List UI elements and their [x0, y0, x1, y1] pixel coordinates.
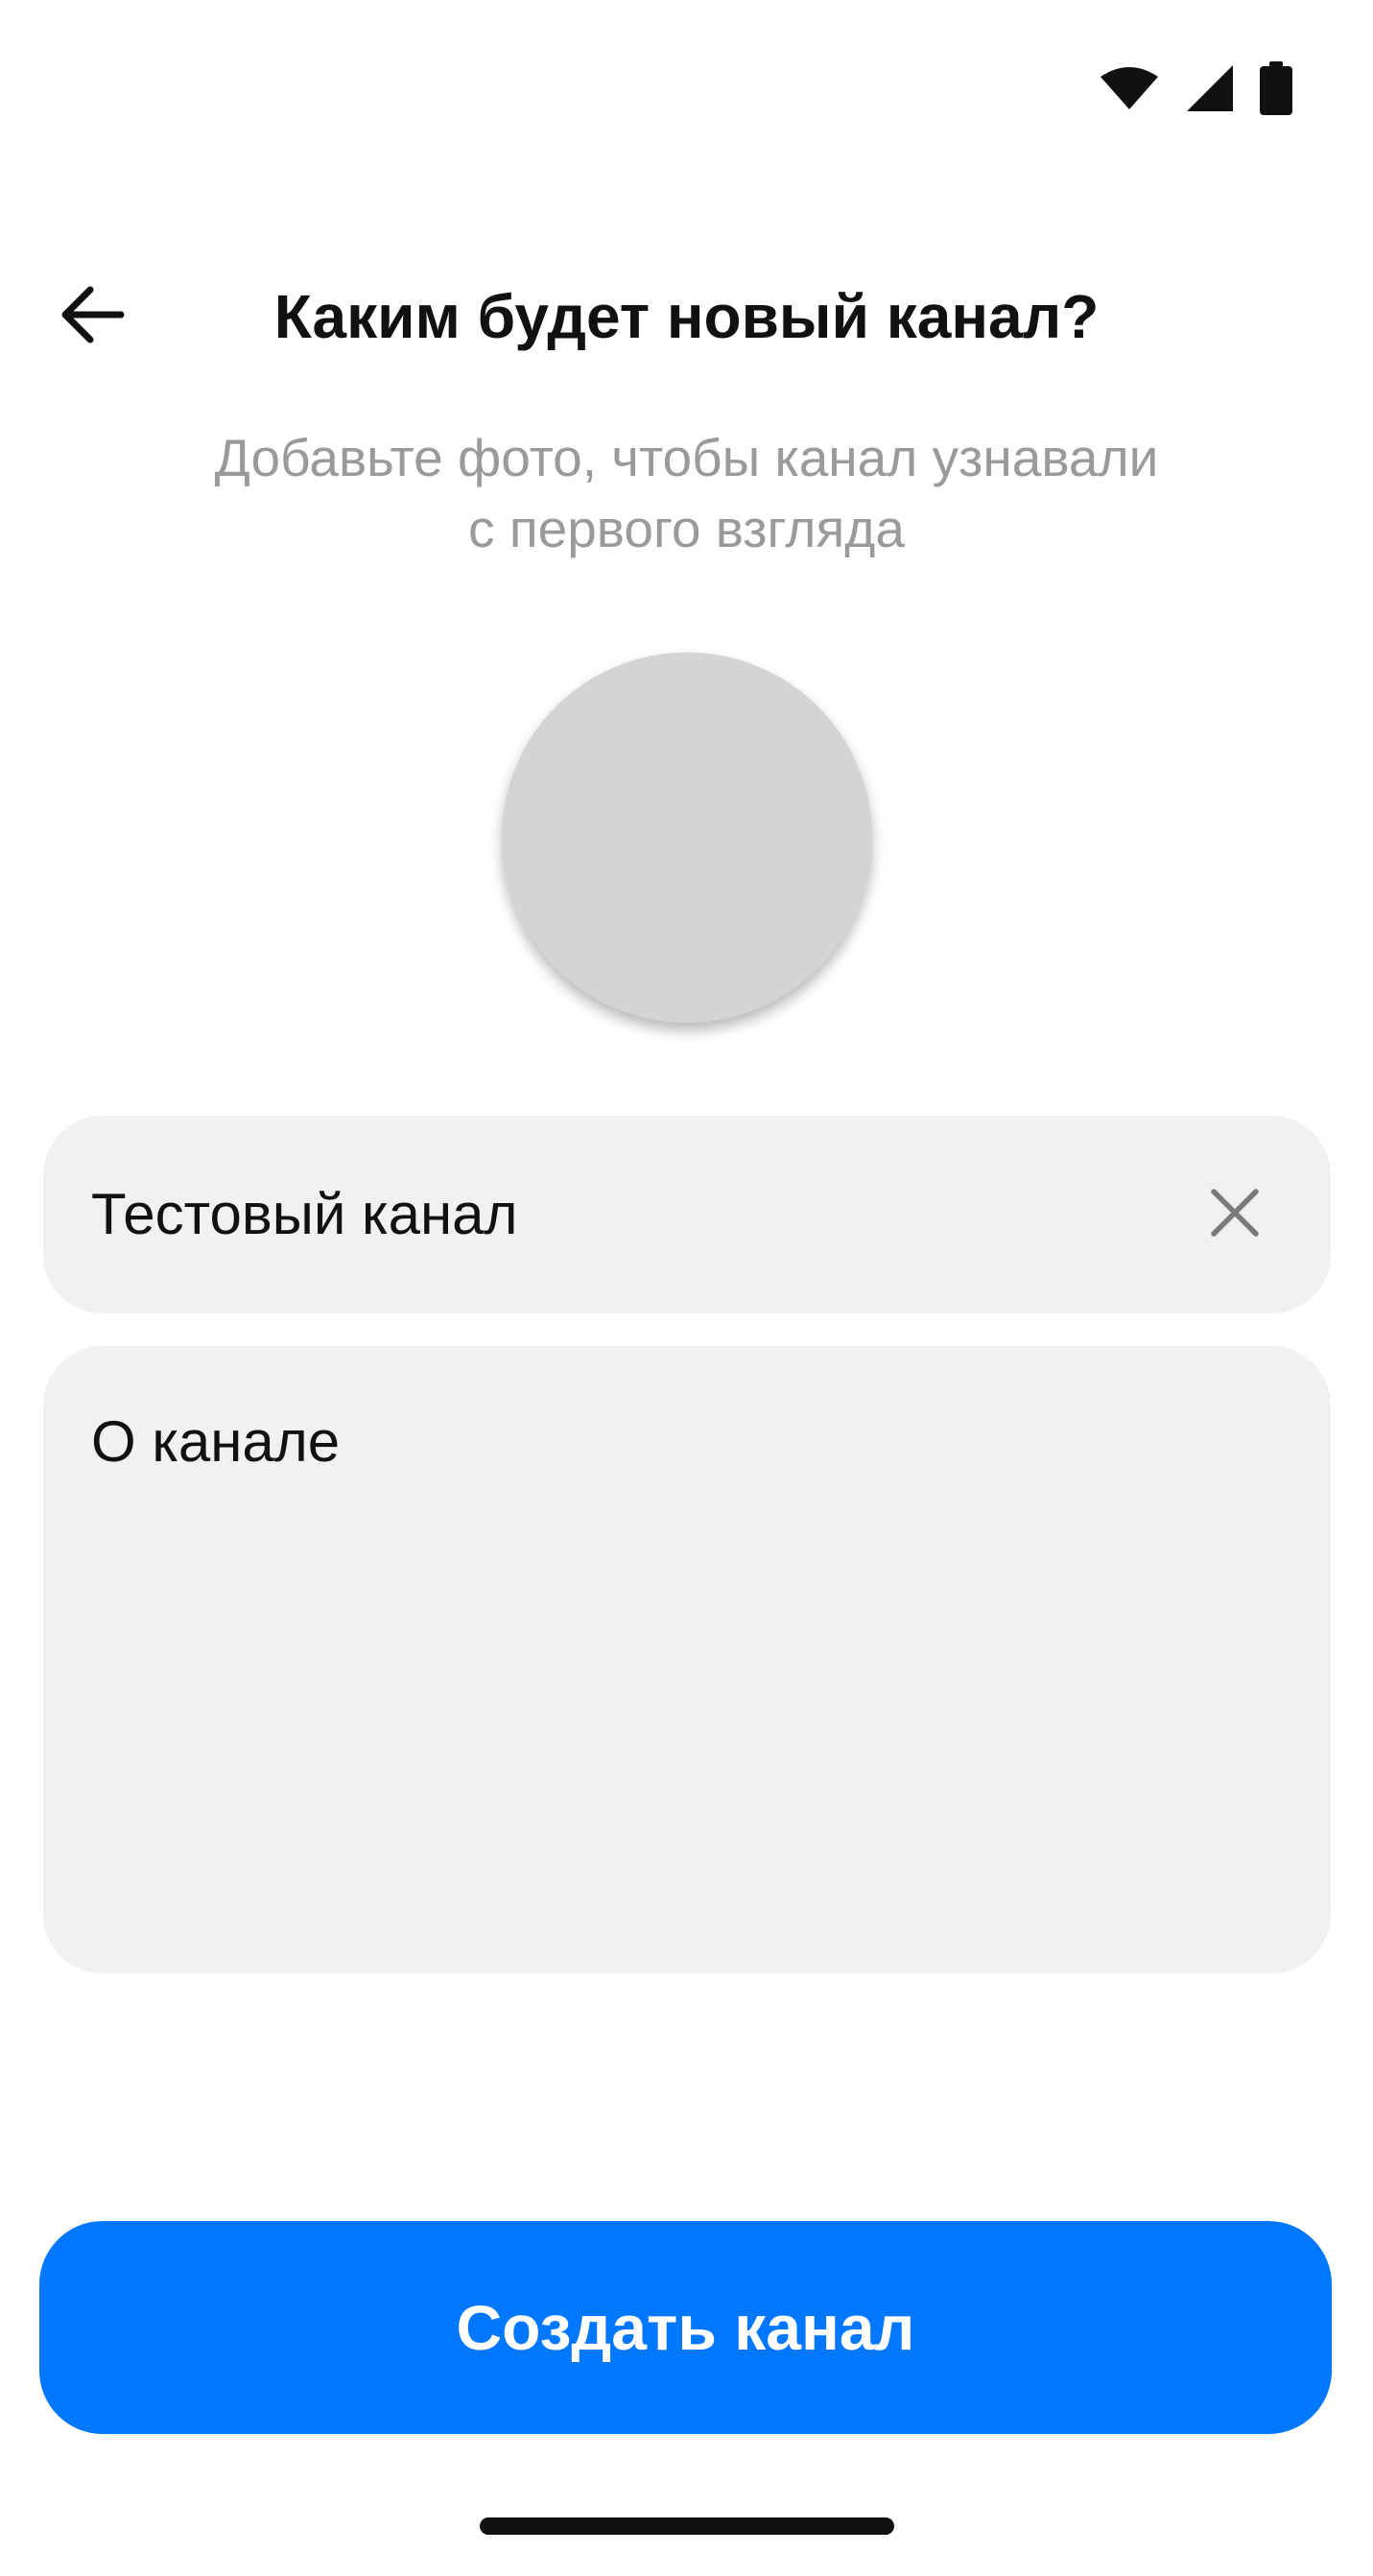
create-channel-button[interactable]: Создать канал	[39, 2221, 1332, 2434]
cellular-signal-icon	[1185, 63, 1235, 113]
channel-description-placeholder: О канале	[91, 1409, 341, 1474]
subtitle-line-1: Добавьте фото, чтобы канал узнавали	[214, 428, 1159, 487]
channel-description-field[interactable]: О канале	[43, 1346, 1331, 1973]
channel-name-input[interactable]: Тестовый канал	[91, 1116, 517, 1313]
battery-icon	[1260, 61, 1292, 115]
status-bar	[1099, 59, 1292, 117]
channel-avatar-button[interactable]	[502, 652, 872, 1023]
home-indicator[interactable]	[480, 2517, 894, 2535]
close-icon	[1210, 1188, 1260, 1242]
subtitle-line-2: с первого взгляда	[468, 499, 905, 558]
channel-name-field[interactable]: Тестовый канал	[43, 1116, 1331, 1313]
page-title: Каким будет новый канал?	[273, 282, 1100, 351]
wifi-icon	[1099, 65, 1160, 111]
header: Каким будет новый канал?	[0, 251, 1373, 357]
subtitle: Добавьте фото, чтобы канал узнавали с пе…	[144, 422, 1229, 564]
clear-name-button[interactable]	[1196, 1176, 1273, 1253]
